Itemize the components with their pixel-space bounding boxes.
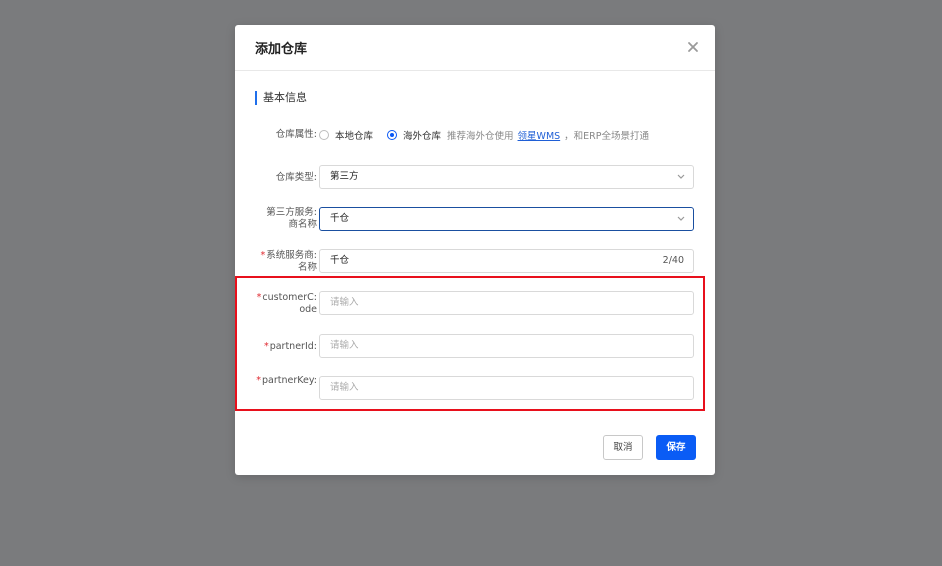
radio-circle-checked[interactable] (387, 130, 398, 140)
system-provider-input[interactable]: 千仓 2/40 (319, 249, 694, 273)
radio-local-warehouse[interactable]: 本地仓库 (319, 128, 373, 142)
cancel-button[interactable]: 取消 (603, 435, 643, 460)
warehouse-type-select[interactable]: 第三方 (319, 165, 694, 189)
radio-local-label: 本地仓库 (335, 131, 374, 142)
warehouse-attr-label: 仓库属性: (275, 129, 317, 140)
add-warehouse-dialog: 添加仓库 基本信息 仓库属性: 本地仓库 海外仓库 推荐海外仓使用 领星WMS ，和… (235, 25, 715, 475)
wms-link[interactable]: 领星WMS (518, 131, 561, 142)
partner-id-placeholder: 请输入 (330, 340, 359, 351)
partner-key-label: *partnerKey: (256, 375, 317, 386)
partner-key-placeholder: 请输入 (330, 382, 359, 393)
partner-key-input[interactable]: 请输入 (319, 376, 694, 400)
chevron-down-icon (677, 174, 685, 179)
customer-code-label: *customerC: ode (256, 292, 317, 315)
warehouse-type-label: 仓库类型: (275, 172, 317, 183)
char-counter: 2/40 (662, 255, 684, 266)
system-provider-label: *系统服务商: 名称 (260, 250, 317, 273)
customer-code-input[interactable]: 请输入 (319, 291, 694, 315)
partner-id-input[interactable]: 请输入 (319, 334, 694, 358)
chevron-down-icon (677, 216, 685, 221)
provider-name-value: 千仓 (330, 213, 350, 224)
system-provider-value: 千仓 (330, 255, 350, 266)
dialog-header: 添加仓库 (235, 25, 715, 71)
wms-hint: 推荐海外仓使用 领星WMS ，和ERP全场景打通 (447, 131, 650, 142)
provider-name-select[interactable]: 千仓 (319, 207, 694, 231)
warehouse-attr-radio-group: 本地仓库 海外仓库 推荐海外仓使用 领星WMS ，和ERP全场景打通 (319, 128, 649, 142)
customer-code-placeholder: 请输入 (330, 297, 359, 308)
warehouse-type-value: 第三方 (330, 171, 359, 182)
radio-overseas-warehouse[interactable]: 海外仓库 (387, 128, 441, 142)
section-title: 基本信息 (255, 91, 307, 105)
radio-circle[interactable] (319, 130, 329, 140)
partner-id-label: *partnerId: (263, 341, 317, 352)
provider-name-label: 第三方服务: 商名称 (266, 207, 317, 230)
save-button[interactable]: 保存 (656, 435, 696, 460)
dialog-title: 添加仓库 (255, 42, 308, 57)
close-icon[interactable] (685, 39, 701, 55)
radio-overseas-label: 海外仓库 (403, 131, 442, 142)
